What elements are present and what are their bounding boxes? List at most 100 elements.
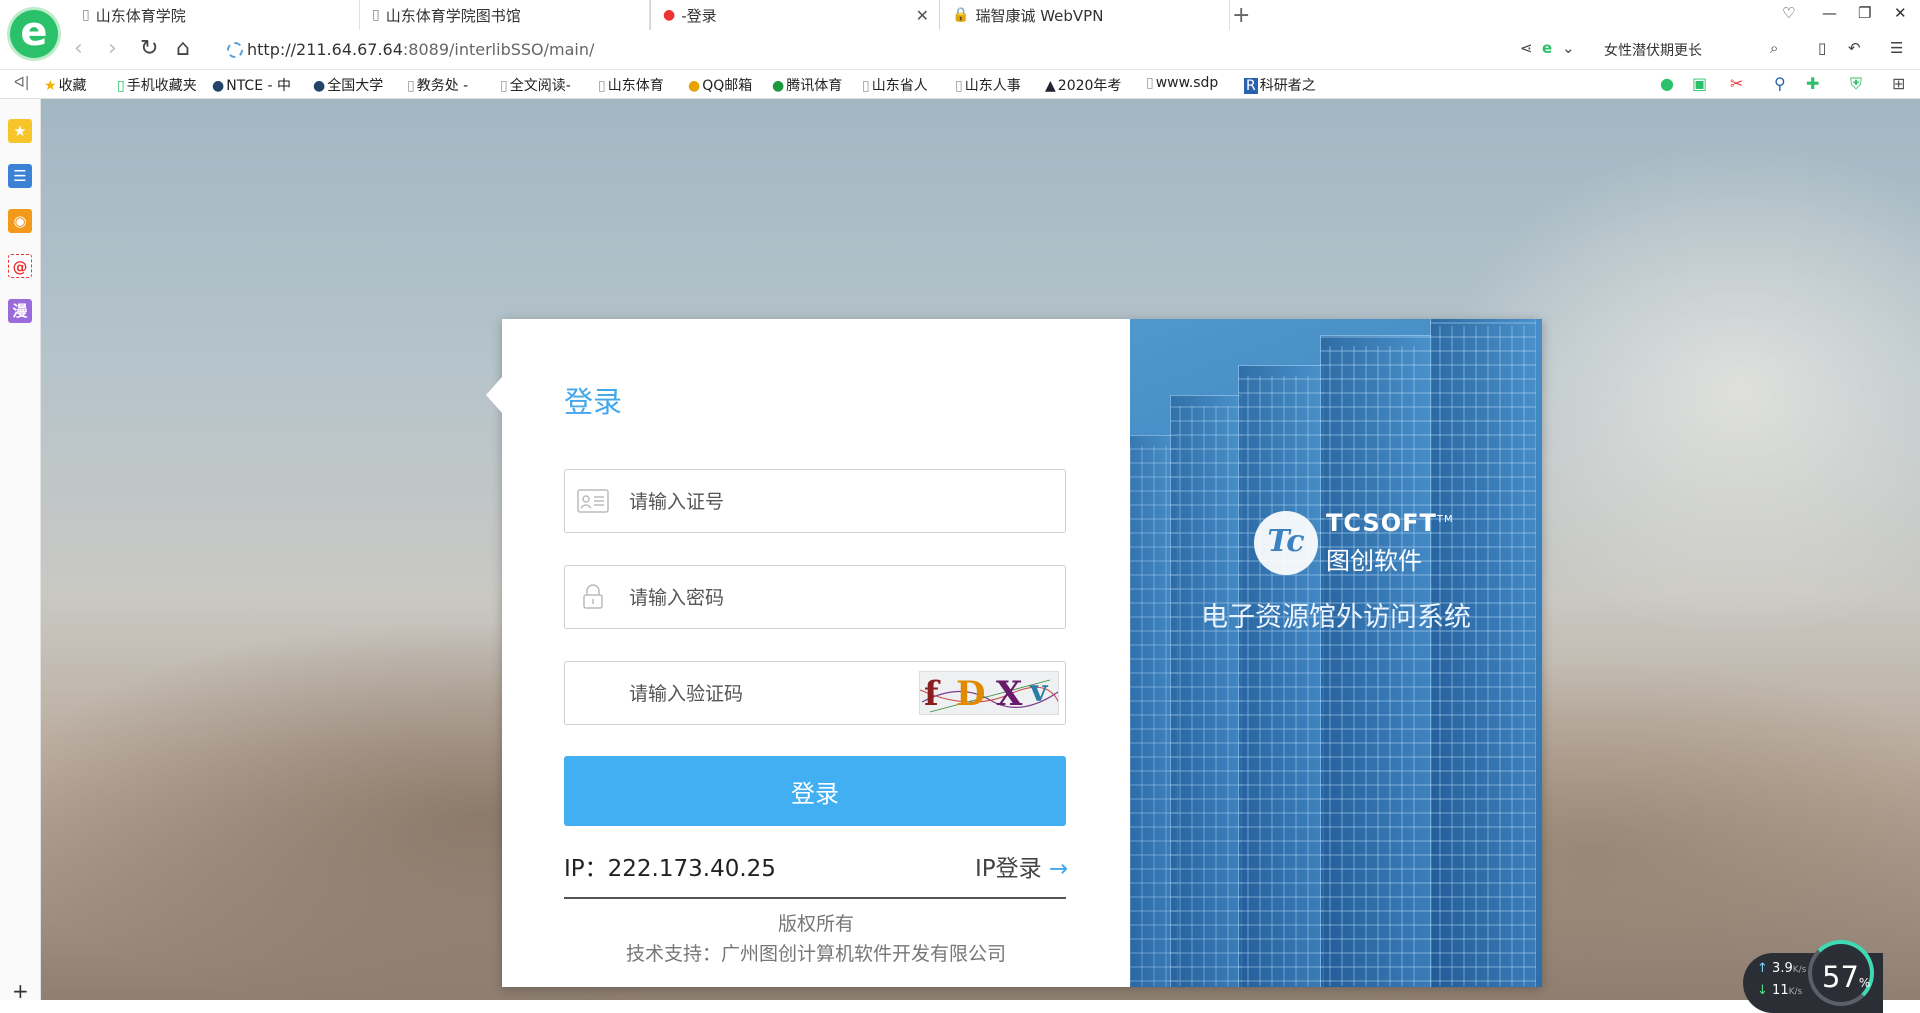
url-path: :8089/interlibSSO/main/ [402, 40, 595, 59]
minimize-icon[interactable]: — [1822, 4, 1837, 22]
brand-panel: Tc TCSOFTTM 图创软件 电子资源馆外访问系统 [1130, 319, 1542, 987]
bookmark-item[interactable]: ▯ 全文阅读- [500, 75, 571, 95]
ip-address-text: IP：222.173.40.25 [564, 856, 776, 882]
bookmark-item[interactable]: ● QQ邮箱 [688, 75, 752, 95]
page-icon: ▯ [82, 7, 90, 23]
browser-sidebar: ★ ☰ ◉ @ 漫 + [0, 99, 41, 1003]
scissors-icon[interactable]: ✂ [1730, 74, 1743, 93]
brand-name-en: TCSOFTTM [1326, 509, 1454, 537]
arrow-right-icon: → [1048, 856, 1069, 882]
download-arrow-icon: ↓ [1757, 983, 1768, 998]
bookmark-item[interactable]: ● 全国大学 [313, 75, 383, 95]
tab-library[interactable]: ▯ 山东体育学院图书馆 [360, 0, 650, 30]
navigation-bar: ‹ › ↻ ⌂ http://211.64.67.64:8089/interli… [0, 30, 1920, 70]
restore-icon[interactable]: ❐ [1858, 4, 1871, 22]
weibo-icon[interactable]: ◉ [8, 209, 32, 233]
shield-extension-icon[interactable]: ⛨ [1850, 74, 1862, 94]
captcha-char: f [924, 674, 939, 714]
ip-login-link[interactable]: IP登录 → [975, 849, 1068, 883]
upload-arrow-icon: ↑ [1757, 961, 1768, 976]
bookmark-item[interactable]: R 科研者之 [1244, 75, 1316, 95]
login-button[interactable]: 登录 [564, 756, 1066, 826]
skin-icon[interactable]: ♡ [1782, 4, 1795, 22]
chat-extension-icon[interactable]: ● [1660, 74, 1674, 93]
comic-icon[interactable]: 漫 [8, 299, 32, 323]
tab-shandong-sport[interactable]: ▯ 山东体育学院 [70, 0, 360, 30]
login-form-panel: 登录 请输入证号 请输入验证码 f D X v 登录 IP：222.173.40… [486, 319, 1130, 987]
url-host: http://211.64.67.64 [247, 40, 403, 59]
browser-logo-icon[interactable]: e [10, 10, 58, 58]
reload-icon[interactable]: ↻ [140, 36, 158, 61]
search-box[interactable]: 女性潜伏期更长 [1604, 40, 1702, 60]
bookmark-item[interactable]: ▯ 手机收藏夹 [117, 75, 197, 95]
add-sidebar-item-icon[interactable]: + [12, 979, 29, 1003]
login-title: 登录 [564, 385, 623, 419]
bookmark-item[interactable]: ▯ 山东省人 [862, 75, 928, 95]
lock-icon [583, 584, 603, 609]
back-icon[interactable]: ‹ [74, 36, 83, 61]
server-rack-image [1430, 319, 1536, 987]
id-card-icon [577, 489, 609, 513]
tab-label: 山东体育学院 [95, 6, 186, 25]
mail-icon[interactable]: @ [8, 254, 32, 278]
tab-label: 山东体育学院图书馆 [385, 6, 521, 25]
bookmark-item[interactable]: ● NTCE - 中 [212, 75, 291, 95]
forward-icon[interactable]: › [108, 36, 117, 61]
divider [564, 897, 1066, 899]
url-bar[interactable]: http://211.64.67.64:8089/interlibSSO/mai… [247, 40, 594, 59]
captcha-image[interactable]: f D X v [919, 671, 1059, 715]
close-tab-icon[interactable]: ✕ [916, 6, 929, 25]
tc-favicon-icon: ● [663, 7, 676, 23]
tab-label: -登录 [681, 6, 717, 25]
password-field[interactable] [564, 565, 1066, 630]
share-icon[interactable]: ⋖ [1520, 39, 1533, 57]
page-icon: ▯ [372, 7, 380, 23]
login-card: 登录 请输入证号 请输入验证码 f D X v 登录 IP：222.173.40… [486, 319, 1542, 987]
collapse-sidebar-icon[interactable]: ᐊ| [14, 75, 29, 91]
tab-label: 瑞智康诚 WebVPN [975, 6, 1104, 25]
star-icon[interactable]: ★ [8, 119, 32, 143]
phone-icon[interactable]: ▯ [1818, 39, 1826, 57]
game-extension-icon[interactable]: ✚ [1806, 74, 1819, 93]
bookmark-item[interactable]: ▯ 教务处 - [407, 75, 468, 95]
brand-name-cn: 图创软件 [1326, 547, 1422, 575]
bookmark-favorites[interactable]: ★ 收藏 [44, 75, 87, 95]
search-icon[interactable]: ⌕ [1770, 39, 1778, 57]
site-info-icon[interactable] [227, 42, 243, 58]
tab-webvpn[interactable]: 🔒 瑞智康诚 WebVPN [940, 0, 1230, 30]
bookmark-item[interactable]: ▯ www.sdp [1146, 75, 1218, 91]
translate-extension-icon[interactable]: ▣ [1692, 74, 1707, 93]
server-rack-image [1238, 365, 1324, 987]
list-icon[interactable]: ☰ [8, 164, 32, 188]
bookmark-item[interactable]: ▯ 山东体育 [598, 75, 664, 95]
tcsoft-logo-icon: Tc [1254, 511, 1318, 575]
bookmark-item[interactable]: ● 腾讯体育 [772, 75, 842, 95]
server-rack-image [1320, 335, 1432, 987]
system-name: 电子资源馆外访问系统 [1201, 602, 1471, 633]
tab-login[interactable]: ● -登录 ✕ [650, 0, 940, 30]
memory-percent: 57% [1822, 960, 1871, 994]
new-tab-icon[interactable]: + [1232, 3, 1250, 28]
home-icon[interactable]: ⌂ [176, 36, 190, 61]
captcha-char: v [1030, 674, 1048, 709]
captcha-char: X [996, 674, 1023, 714]
card-notch [486, 377, 502, 413]
undo-icon[interactable]: ↶ [1848, 39, 1861, 57]
upload-speed: ↑ 3.9K/s [1757, 961, 1807, 976]
lock-icon: 🔒 [952, 7, 970, 23]
engine-icon[interactable]: e [1542, 39, 1552, 57]
close-window-icon[interactable]: ✕ [1894, 4, 1907, 22]
id-number-input[interactable] [627, 470, 971, 534]
support-text: 技术支持：广州图创计算机软件开发有限公司 [625, 943, 1006, 965]
bookmark-item[interactable]: ▲ 2020年考 [1045, 75, 1121, 95]
magnifier-extension-icon[interactable]: ⚲ [1774, 74, 1786, 93]
menu-icon[interactable]: ☰ [1890, 39, 1903, 57]
captcha-field[interactable]: f D X v [564, 661, 1066, 726]
server-rack-image [1170, 395, 1242, 987]
captcha-char: D [956, 674, 986, 714]
bookmark-item[interactable]: ▯ 山东人事 [955, 75, 1021, 95]
password-input[interactable] [627, 566, 971, 630]
id-number-field[interactable] [564, 469, 1066, 534]
chevron-down-icon[interactable]: ⌄ [1562, 39, 1575, 57]
apps-grid-icon[interactable]: ⊞ [1892, 74, 1905, 93]
